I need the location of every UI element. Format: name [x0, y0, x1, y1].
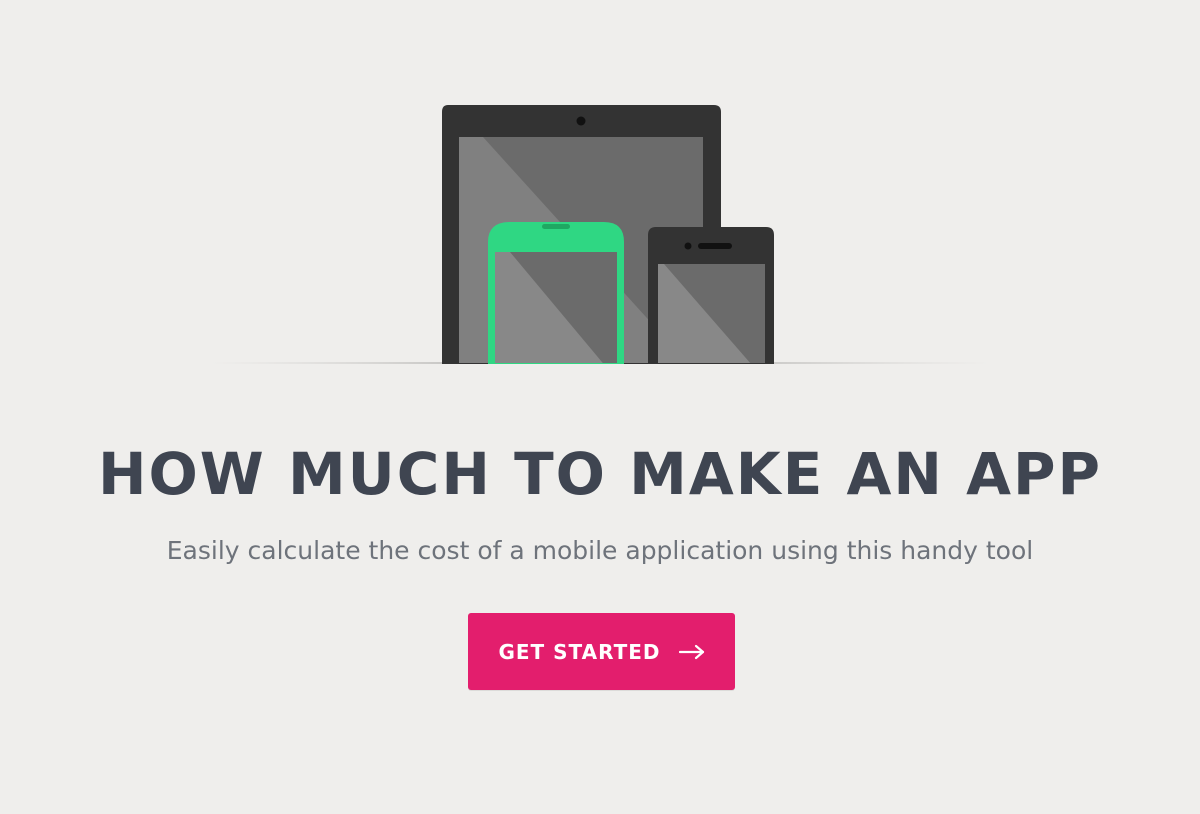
android-speaker: [542, 224, 570, 229]
get-started-button[interactable]: GET STARTED: [468, 613, 735, 690]
devices-illustration: [210, 105, 990, 364]
iphone-camera: [684, 242, 692, 250]
page-title: HOW MUCH TO MAKE AN APP: [97, 440, 1103, 508]
get-started-label: GET STARTED: [498, 639, 661, 664]
iphone-device: [648, 227, 774, 364]
android-phone-device: [488, 222, 624, 364]
iphone-speaker: [698, 243, 732, 249]
arrow-right-icon: [678, 644, 704, 659]
tablet-camera: [576, 116, 586, 126]
page-subtitle: Easily calculate the cost of a mobile ap…: [166, 536, 1034, 565]
